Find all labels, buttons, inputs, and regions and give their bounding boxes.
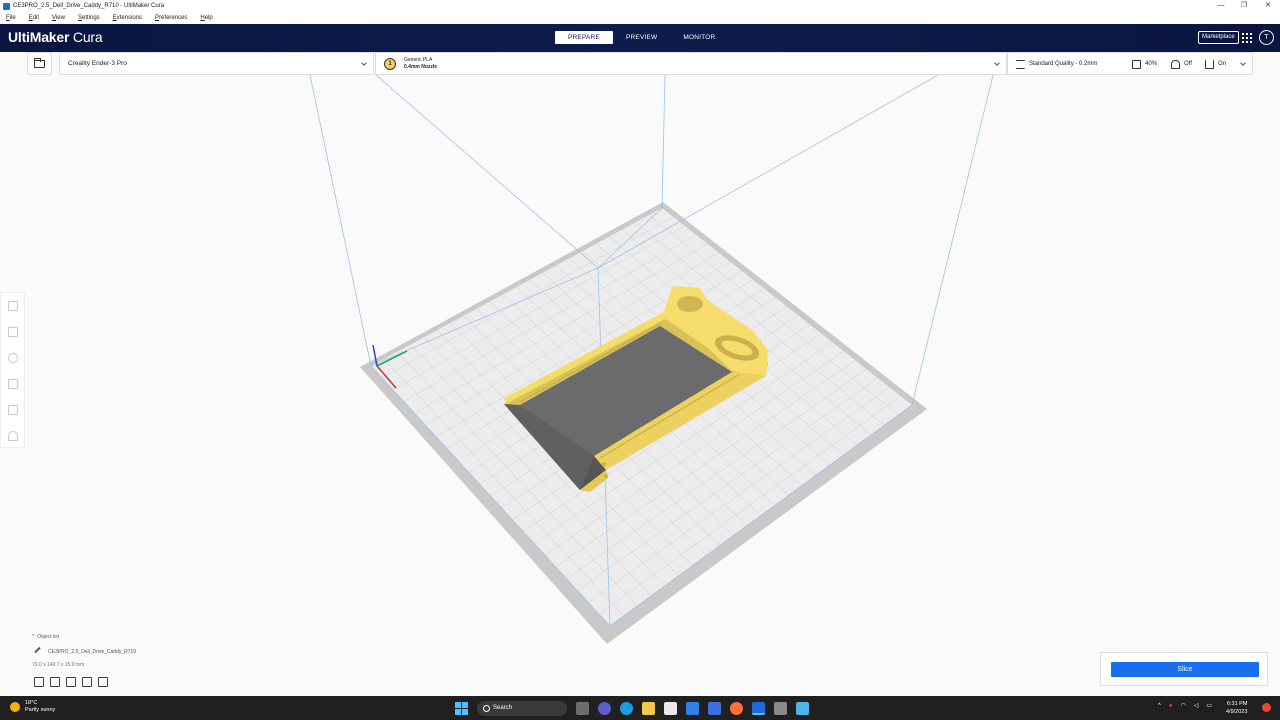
weather-temp: 18°C xyxy=(25,700,38,706)
menu-preferences[interactable]: Preferences xyxy=(155,15,187,21)
object-list-label: Object list xyxy=(37,634,60,640)
per-model-settings-icon[interactable] xyxy=(8,405,18,415)
marketplace-button[interactable]: Marketplace xyxy=(1198,31,1239,44)
slice-button[interactable]: Slice xyxy=(1111,662,1259,677)
adhesion-icon xyxy=(1205,59,1214,69)
stage-tabs: PREPARE PREVIEW MONITOR xyxy=(555,31,728,44)
quality-setting: Standard Quality - 0.2mm xyxy=(1016,53,1097,75)
logo-light: Cura xyxy=(69,29,103,45)
adhesion-value: On xyxy=(1218,61,1227,67)
open-file-button[interactable] xyxy=(27,52,52,75)
app-icon[interactable] xyxy=(708,702,721,715)
app-header: UltiMaker Cura PREPARE PREVIEW MONITOR M… xyxy=(0,24,1280,52)
chevron-down-icon xyxy=(994,60,1000,66)
infill-value: 40% xyxy=(1145,61,1158,67)
clock-date: 4/9/2023 xyxy=(1226,709,1248,715)
quality-label: Standard Quality - 0.2mm xyxy=(1029,61,1098,67)
close-button[interactable]: ✕ xyxy=(1256,0,1280,12)
infill-icon xyxy=(1132,59,1141,69)
support-setting: Off xyxy=(1171,53,1192,75)
infill-setting: 40% xyxy=(1132,53,1157,75)
material-name: Generic PLA xyxy=(404,57,433,63)
weather-widget[interactable]: 18°C Partly sunny xyxy=(10,700,55,714)
apps-grid-icon[interactable] xyxy=(1242,33,1252,43)
move-tool-icon[interactable] xyxy=(8,301,18,311)
menu-help[interactable]: Help xyxy=(200,15,212,21)
battery-icon[interactable]: ▭ xyxy=(1206,702,1212,709)
tab-prepare[interactable]: PREPARE xyxy=(555,31,613,44)
scale-tool-icon[interactable] xyxy=(8,327,18,337)
camera-view-buttons xyxy=(34,677,114,687)
menu-edit[interactable]: Edit xyxy=(29,15,39,21)
tray-app-icon[interactable]: ● xyxy=(1169,703,1173,709)
window-titlebar: CE3PRO_2.5_Dell_Drive_Caddy_R710 - UltiM… xyxy=(0,0,1280,12)
app-icon-2[interactable] xyxy=(774,702,787,715)
tool-rail xyxy=(0,292,25,448)
material-info: Generic PLA 0.4mm Nozzle xyxy=(404,57,437,71)
nozzle-size: 0.4mm Nozzle xyxy=(404,64,438,70)
menu-extensions[interactable]: Extensions xyxy=(113,15,142,21)
chat-icon[interactable] xyxy=(598,702,611,715)
menu-settings[interactable]: Settings xyxy=(78,15,100,21)
menu-bar: File Edit View Settings Extensions Prefe… xyxy=(0,12,1280,24)
printer-selector[interactable]: Creality Ender-3 Pro xyxy=(59,52,374,75)
tray-chevron-icon[interactable]: ^ xyxy=(1158,703,1161,709)
notepad-icon[interactable] xyxy=(796,702,809,715)
action-panel: Slice xyxy=(1100,652,1268,686)
file-explorer-icon[interactable] xyxy=(642,702,655,715)
cura-app-icon xyxy=(3,2,10,10)
material-selector[interactable]: 1 Generic PLA 0.4mm Nozzle xyxy=(375,52,1007,75)
logo-bold: UltiMaker xyxy=(8,29,70,45)
store-icon[interactable] xyxy=(664,702,677,715)
support-value: Off xyxy=(1184,61,1192,67)
view-right-icon[interactable] xyxy=(98,677,108,687)
cura-taskbar-icon[interactable] xyxy=(752,702,765,715)
object-dimensions: 79.0 x 140.7 x 15.0 mm xyxy=(32,662,85,668)
taskbar-clock[interactable]: 6:31 PM 4/9/2023 xyxy=(1226,700,1247,716)
rotate-tool-icon[interactable] xyxy=(8,353,18,363)
adhesion-setting: On xyxy=(1205,53,1226,75)
chevron-down-icon xyxy=(1240,60,1246,66)
support-blocker-icon[interactable] xyxy=(8,431,18,441)
taskbar-apps: Search xyxy=(455,701,818,716)
maximize-button[interactable]: ❐ xyxy=(1232,0,1256,12)
printer-name: Creality Ender-3 Pro xyxy=(68,60,127,67)
weather-desc: Partly sunny xyxy=(25,707,56,713)
windows-taskbar: 18°C Partly sunny Search ^ ● ◠ ◁ ▭ 6:31 … xyxy=(0,696,1280,720)
tab-preview[interactable]: PREVIEW xyxy=(613,31,670,44)
3d-viewport[interactable] xyxy=(0,75,1280,696)
extruder-icon: 1 xyxy=(384,58,396,70)
view-left-icon[interactable] xyxy=(82,677,92,687)
object-list-header[interactable]: ^ Object list xyxy=(32,634,59,640)
mail-icon[interactable] xyxy=(686,702,699,715)
window-title: CE3PRO_2.5_Dell_Drive_Caddy_R710 - UltiM… xyxy=(13,3,165,9)
edge-icon[interactable] xyxy=(620,702,633,715)
windows-start-icon[interactable] xyxy=(455,702,468,715)
support-icon xyxy=(1171,59,1180,69)
system-tray: ^ ● ◠ ◁ ▭ xyxy=(1158,702,1220,710)
wifi-icon[interactable]: ◠ xyxy=(1180,702,1185,709)
chevron-down-icon xyxy=(361,60,367,66)
view-top-icon[interactable] xyxy=(66,677,76,687)
taskbar-search[interactable]: Search xyxy=(477,701,567,716)
volume-icon[interactable]: ◁ xyxy=(1194,702,1199,709)
object-name[interactable]: CE3PRO_2.5_Dell_Drive_Caddy_R710 xyxy=(48,649,136,655)
weather-sun-icon xyxy=(10,702,20,712)
notification-icon[interactable] xyxy=(1262,703,1271,712)
view-3d-icon[interactable] xyxy=(34,677,44,687)
app-logo: UltiMaker Cura xyxy=(8,29,103,45)
firefox-icon[interactable] xyxy=(730,702,743,715)
menu-file[interactable]: File xyxy=(6,15,16,21)
task-view-icon[interactable] xyxy=(576,702,589,715)
tab-monitor[interactable]: MONITOR xyxy=(670,31,728,44)
view-front-icon[interactable] xyxy=(50,677,60,687)
account-icon[interactable]: T xyxy=(1259,30,1274,45)
mirror-tool-icon[interactable] xyxy=(8,379,18,389)
menu-view[interactable]: View xyxy=(52,15,65,21)
folder-icon xyxy=(34,57,45,68)
print-settings-selector[interactable]: Standard Quality - 0.2mm 40% Off On xyxy=(1007,52,1253,75)
sliders-icon xyxy=(1016,59,1025,69)
minimize-button[interactable]: — xyxy=(1209,0,1233,12)
clock-time: 6:31 PM xyxy=(1226,701,1248,707)
